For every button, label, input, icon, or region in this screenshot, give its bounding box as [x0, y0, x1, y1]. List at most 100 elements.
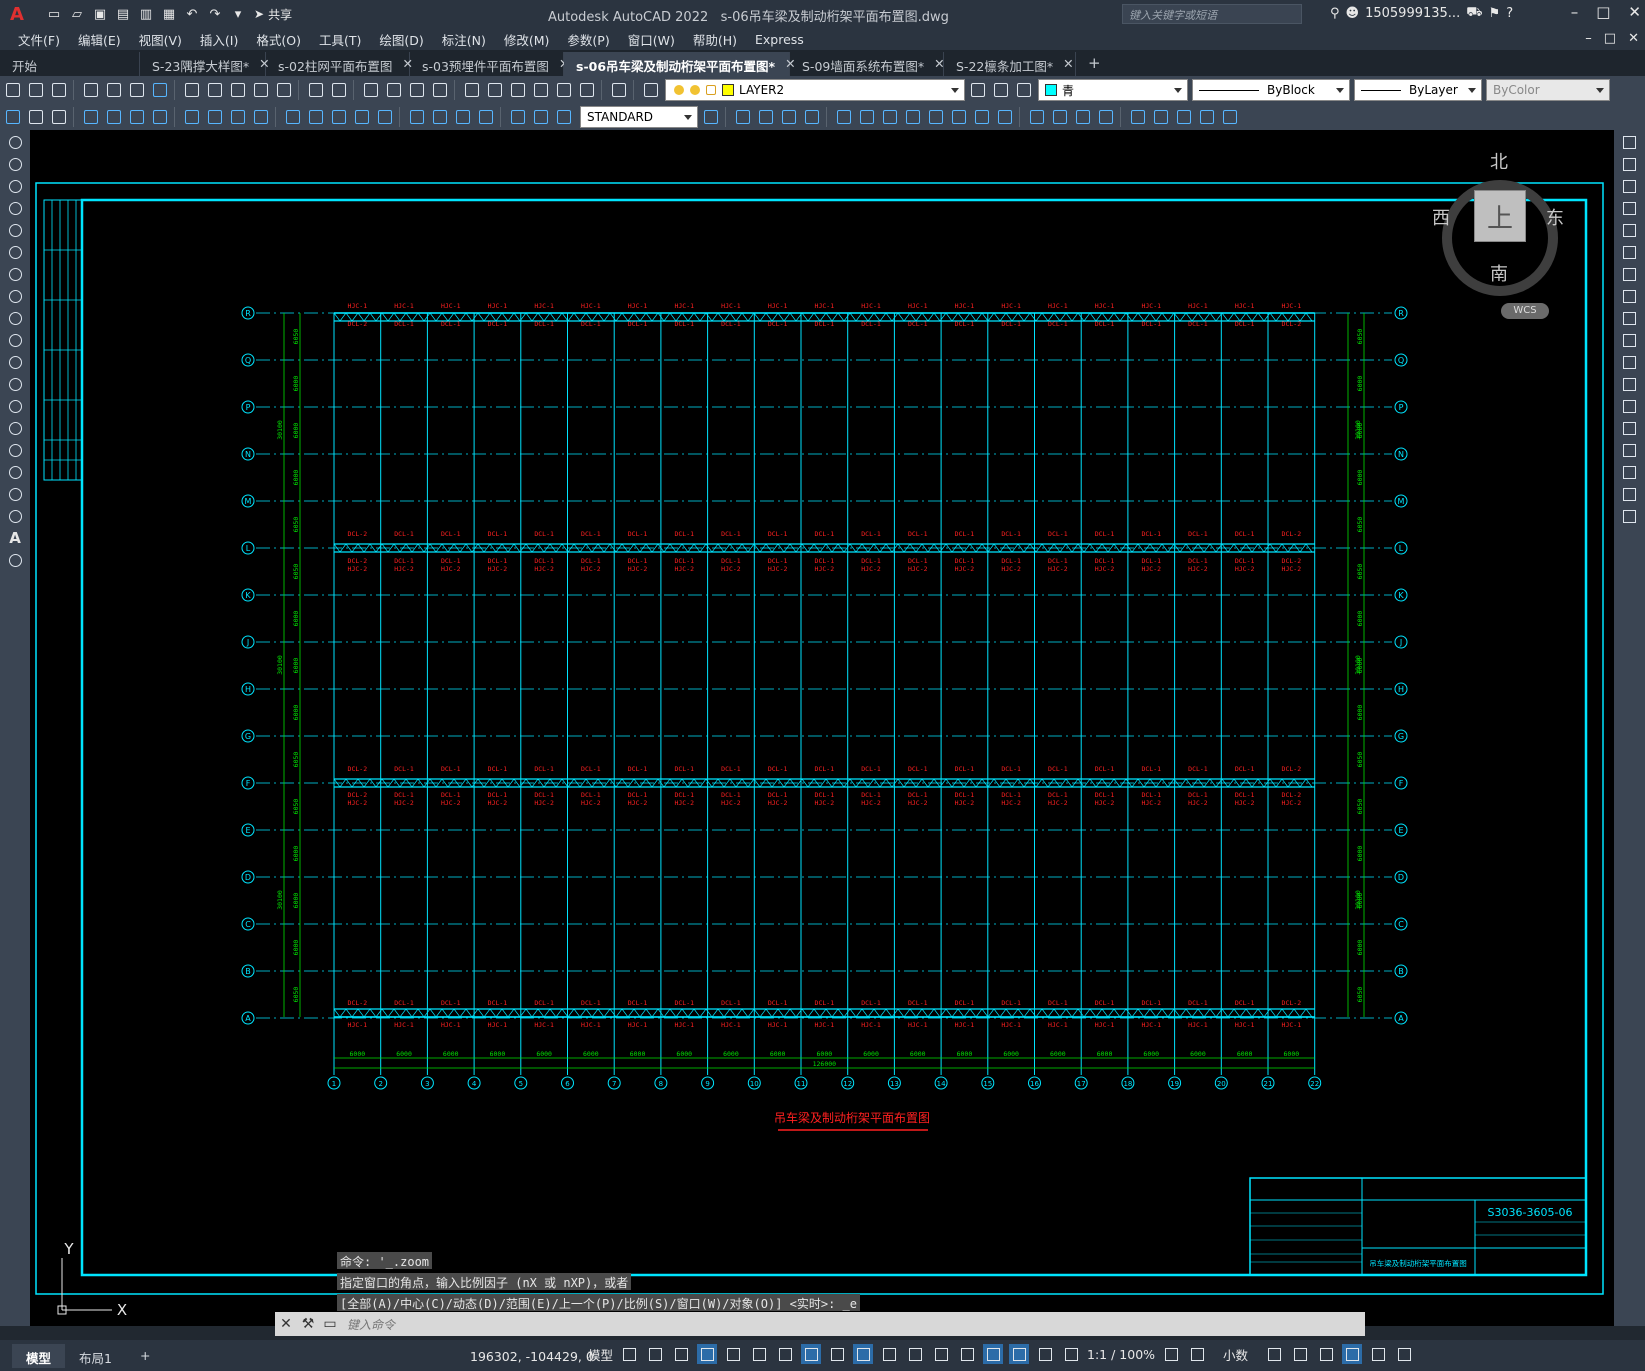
multiline-text-icon[interactable]: A — [5, 528, 25, 548]
calculator-icon[interactable] — [577, 80, 597, 100]
offset-icon[interactable] — [802, 107, 822, 127]
new-icon[interactable] — [3, 80, 23, 100]
recent-commands-icon[interactable]: ▭ — [319, 1316, 341, 1332]
inspect-icon[interactable] — [453, 107, 473, 127]
doc-restore-button[interactable]: □ — [1604, 31, 1616, 46]
fillet-icon[interactable] — [1050, 107, 1070, 127]
lock-ui-icon[interactable] — [1290, 1344, 1310, 1364]
aligned-dim-icon[interactable] — [104, 107, 124, 127]
join-icon[interactable] — [1619, 418, 1639, 438]
make-current-layer-icon[interactable] — [968, 80, 988, 100]
ortho-icon[interactable] — [697, 1344, 718, 1364]
center-mark-icon[interactable] — [430, 107, 450, 127]
snap-icon[interactable] — [645, 1344, 665, 1364]
annotation-scale-icon[interactable] — [1061, 1344, 1081, 1364]
dim-break-icon[interactable] — [375, 107, 395, 127]
arc-icon[interactable] — [5, 242, 25, 262]
annotation-scale-value[interactable]: 1:1 / 100% — [1087, 1347, 1155, 1362]
region-icon[interactable] — [5, 484, 25, 504]
offset-icon[interactable] — [1619, 198, 1639, 218]
line-icon[interactable] — [5, 132, 25, 152]
customize-qat-icon[interactable]: ▾ — [228, 4, 248, 24]
break-at-point-icon[interactable] — [1619, 374, 1639, 394]
dim-update-icon[interactable] — [554, 107, 574, 127]
design-center-icon[interactable] — [485, 80, 505, 100]
publish-icon[interactable]: ▥ — [136, 4, 156, 24]
command-input[interactable]: 键入命令 — [347, 1316, 395, 1333]
dim-edit-icon[interactable] — [508, 107, 528, 127]
explode-icon[interactable] — [1619, 506, 1639, 526]
dim-style-icon[interactable] — [701, 107, 721, 127]
trim-icon[interactable] — [926, 107, 946, 127]
quick-dim-icon[interactable] — [283, 107, 303, 127]
tab-s09[interactable]: S-09墙面系统布置图* ✕ — [790, 52, 945, 76]
annotation-monitor-icon[interactable] — [1187, 1344, 1207, 1364]
mirror-icon[interactable] — [779, 107, 799, 127]
point-icon[interactable] — [5, 418, 25, 438]
open-file-icon[interactable]: ▱ — [67, 4, 87, 24]
stretch-icon[interactable] — [1619, 308, 1639, 328]
tab-s23[interactable]: S-23隅撑大样图* ✕ — [140, 52, 270, 76]
search-input[interactable]: 键入关键字或短语 — [1122, 4, 1302, 24]
selection-filter-icon[interactable] — [957, 1344, 977, 1364]
ordinate-dim-icon[interactable] — [150, 107, 170, 127]
sheet-set-icon[interactable] — [531, 80, 551, 100]
construction-line-icon[interactable] — [5, 154, 25, 174]
chamfer-icon[interactable] — [1027, 107, 1047, 127]
tab-s06[interactable]: s-06吊车梁及制动桁架平面布置图* ✕ — [564, 52, 796, 76]
jogged-dim-icon[interactable] — [205, 107, 225, 127]
quick-properties-icon[interactable] — [1264, 1344, 1284, 1364]
selection-cycling-icon[interactable] — [879, 1344, 899, 1364]
move-icon[interactable] — [834, 107, 854, 127]
wcs-menu[interactable]: WCS — [1501, 303, 1549, 319]
block-editor-icon[interactable] — [274, 80, 294, 100]
tab-s02[interactable]: s-02柱网平面布置图 ✕ — [266, 52, 413, 76]
table-icon[interactable] — [5, 506, 25, 526]
polyline-icon[interactable] — [5, 176, 25, 196]
plotstyle-dropdown[interactable]: ByColor — [1486, 79, 1610, 101]
gizmo-icon[interactable] — [983, 1344, 1004, 1364]
annotation-visibility-icon[interactable] — [1009, 1344, 1030, 1364]
menu-express[interactable]: Express — [755, 32, 804, 47]
make-block-icon[interactable] — [1151, 107, 1171, 127]
isolate-objects-icon[interactable] — [1316, 1344, 1336, 1364]
revcloud-icon[interactable] — [5, 286, 25, 306]
units-dropdown[interactable]: 小数 — [1223, 1345, 1248, 1364]
layer-previous-icon[interactable] — [991, 80, 1011, 100]
tab-s03[interactable]: s-03预埋件平面布置图✕ — [410, 52, 569, 76]
fillet-icon[interactable] — [1619, 462, 1639, 482]
preview-icon[interactable] — [104, 80, 124, 100]
compass-west[interactable]: 西 — [1432, 204, 1450, 230]
tolerance-icon[interactable] — [407, 107, 427, 127]
copy-icon[interactable] — [205, 80, 225, 100]
ellipse-arc-icon[interactable] — [5, 352, 25, 372]
model-space-button[interactable]: 模型 — [588, 1345, 613, 1364]
draw-order-icon[interactable] — [26, 107, 46, 127]
layer-states-icon[interactable] — [1014, 80, 1034, 100]
layer-iso-icon[interactable] — [49, 107, 69, 127]
compass-north[interactable]: 北 — [1490, 148, 1508, 174]
minimize-button[interactable]: – — [1571, 3, 1579, 21]
spline-icon[interactable] — [5, 308, 25, 328]
coordinates-readout[interactable]: 196302, -104429, 0 — [470, 1349, 594, 1364]
save-icon[interactable] — [49, 80, 69, 100]
cart-icon[interactable]: ⛟ — [1466, 5, 1482, 22]
open-icon[interactable] — [26, 80, 46, 100]
erase-icon[interactable] — [1619, 132, 1639, 152]
join-icon[interactable] — [995, 107, 1015, 127]
make-block-icon[interactable] — [5, 396, 25, 416]
save-icon[interactable]: ▣ — [90, 4, 110, 24]
view-cube[interactable]: 上 北 南 西 东 — [1430, 140, 1570, 320]
menu-tools[interactable]: 工具(T) — [319, 30, 361, 49]
close-icon[interactable]: ✕ — [275, 1316, 297, 1332]
compass-east[interactable]: 东 — [1546, 204, 1564, 230]
break-icon[interactable] — [972, 107, 992, 127]
object-snap-icon[interactable] — [801, 1344, 822, 1364]
zoom-previous-icon[interactable] — [430, 80, 450, 100]
menu-insert[interactable]: 插入(I) — [200, 30, 238, 49]
dynamic-ucs-icon[interactable] — [931, 1344, 951, 1364]
menu-window[interactable]: 窗口(W) — [628, 30, 675, 49]
properties-icon[interactable] — [462, 80, 482, 100]
blend-icon[interactable] — [1619, 484, 1639, 504]
doc-minimize-button[interactable]: – — [1585, 31, 1592, 46]
